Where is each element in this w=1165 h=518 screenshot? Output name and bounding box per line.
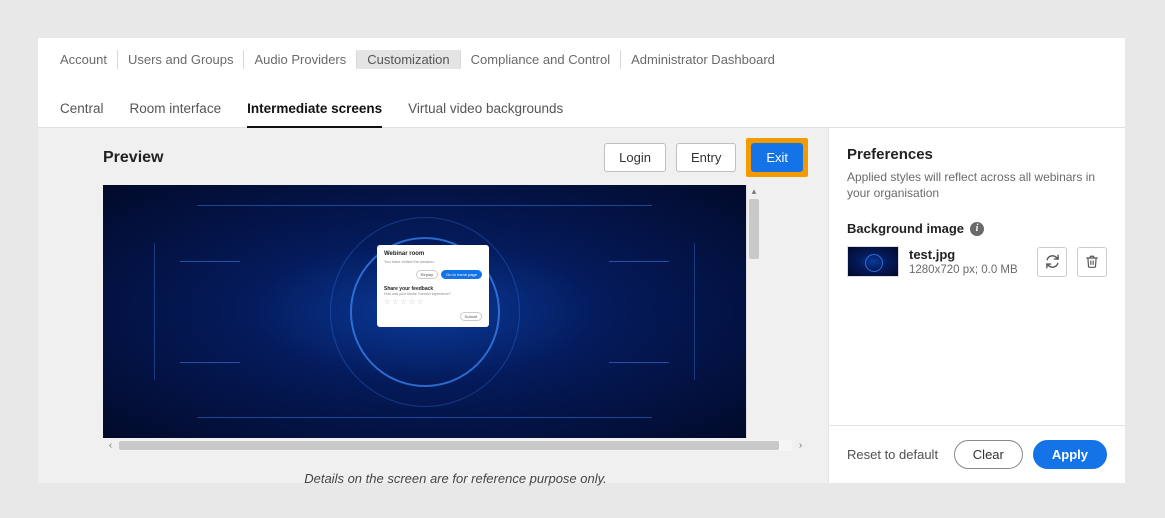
dialog-heading: Webinar room	[384, 251, 482, 257]
background-file-row: test.jpg 1280x720 px; 0.0 MB	[847, 246, 1107, 277]
exit-button[interactable]: Exit	[751, 143, 803, 172]
top-nav: Account Users and Groups Audio Providers…	[38, 38, 1125, 77]
vertical-scrollbar[interactable]: ▴	[746, 185, 761, 438]
topnav-audio-providers[interactable]: Audio Providers	[244, 50, 357, 69]
preview-stage: Webinar room You have exited the session…	[103, 185, 746, 438]
clear-button[interactable]: Clear	[954, 440, 1023, 469]
login-button[interactable]: Login	[604, 143, 666, 172]
preview-stage-wrap: Webinar room You have exited the session…	[103, 185, 808, 453]
content-area: Preview Login Entry Exit	[38, 128, 1125, 483]
scroll-right-icon[interactable]: ›	[793, 440, 808, 451]
info-icon[interactable]: i	[970, 222, 984, 236]
gohome-mini-button: Go to home page	[441, 270, 482, 279]
file-dimensions: 1280x720 px; 0.0 MB	[909, 264, 1027, 276]
tab-central[interactable]: Central	[60, 101, 104, 127]
tab-virtual-video-backgrounds[interactable]: Virtual video backgrounds	[408, 101, 563, 127]
trash-icon	[1085, 254, 1099, 269]
scroll-up-icon[interactable]: ▴	[747, 185, 761, 197]
rating-stars: ☆☆☆☆☆	[384, 298, 482, 306]
preferences-footer: Reset to default Clear Apply	[829, 425, 1125, 483]
preview-panel: Preview Login Entry Exit	[38, 128, 828, 483]
background-image-label: Background image	[847, 221, 964, 236]
preferences-panel: Preferences Applied styles will reflect …	[828, 128, 1125, 483]
replay-mini-button: Replay	[416, 270, 438, 279]
replace-image-button[interactable]	[1037, 247, 1067, 277]
preferences-title: Preferences	[847, 146, 1107, 163]
topnav-account[interactable]: Account	[60, 50, 118, 69]
horizontal-scroll-thumb[interactable]	[119, 441, 779, 450]
tab-room-interface[interactable]: Room interface	[130, 101, 222, 127]
topnav-users-groups[interactable]: Users and Groups	[118, 50, 245, 69]
dialog-subtext: You have exited the session.	[384, 259, 482, 264]
preview-title: Preview	[103, 149, 163, 167]
vertical-scroll-thumb[interactable]	[749, 199, 759, 259]
topnav-compliance[interactable]: Compliance and Control	[461, 50, 621, 69]
tab-intermediate-screens[interactable]: Intermediate screens	[247, 101, 382, 128]
screen-selector: Login Entry Exit	[604, 138, 808, 177]
delete-image-button[interactable]	[1077, 247, 1107, 277]
sub-tabs: Central Room interface Intermediate scre…	[38, 77, 1125, 128]
apply-button[interactable]: Apply	[1033, 440, 1107, 469]
horizontal-scrollbar[interactable]: ‹ ›	[103, 438, 808, 453]
feedback-sub: How was your Adobe Connect experience?	[384, 292, 482, 296]
entry-button[interactable]: Entry	[676, 143, 736, 172]
background-thumbnail	[847, 246, 899, 277]
topnav-customization[interactable]: Customization	[357, 50, 460, 69]
file-name: test.jpg	[909, 247, 1027, 262]
topnav-admin-dashboard[interactable]: Administrator Dashboard	[621, 50, 785, 69]
preferences-desc: Applied styles will reflect across all w…	[847, 169, 1107, 201]
highlight-box: Exit	[746, 138, 808, 177]
reset-to-default-link[interactable]: Reset to default	[847, 447, 938, 462]
exit-dialog: Webinar room You have exited the session…	[377, 245, 489, 327]
refresh-icon	[1045, 254, 1060, 269]
app-window: Account Users and Groups Audio Providers…	[38, 38, 1125, 483]
preview-footnote: Details on the screen are for reference …	[103, 471, 808, 486]
scroll-left-icon[interactable]: ‹	[103, 440, 118, 451]
submit-mini-button: Submit	[460, 312, 482, 321]
